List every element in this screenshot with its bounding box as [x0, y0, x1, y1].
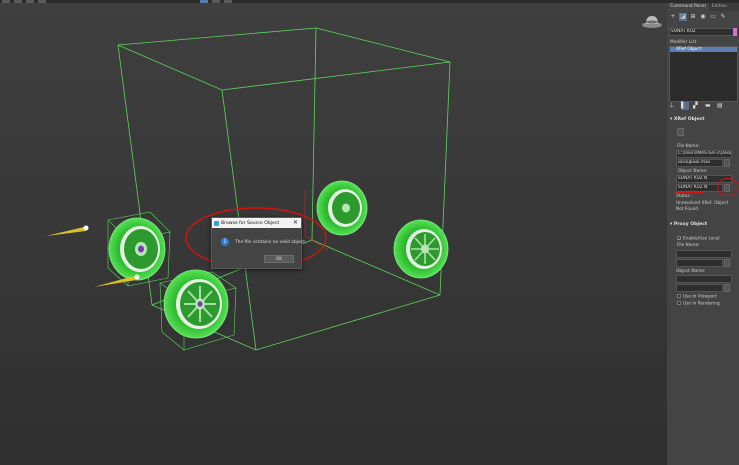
proxy-object-short-field[interactable] [676, 284, 723, 292]
modifier-stack[interactable]: XRef Object [669, 46, 738, 102]
wheel-front-right [393, 219, 449, 279]
file-short-field[interactable]: исходник.max [676, 159, 723, 167]
ok-button[interactable]: OK [264, 255, 294, 263]
motion-icon[interactable]: ◉ [699, 13, 707, 21]
proxy-file-name-label: File Name: [677, 243, 700, 248]
viewport-checkbox[interactable] [677, 294, 681, 298]
file-name-label: File Name: [677, 144, 700, 149]
proxy-rollout-title[interactable]: ▾ Proxy Object [670, 222, 707, 227]
dialog-titlebar[interactable]: Browse for Source Object ✕ [212, 218, 301, 228]
proxy-browse-file-button[interactable] [724, 259, 730, 267]
yellow-helper-object [46, 225, 89, 236]
file-path-field[interactable]: C:\Users\MASTER-2\Deskto [676, 150, 732, 158]
command-panel: Command Panel Edition + ◪ ⊞ ◉ ▭ ✎ SONAT … [667, 3, 739, 465]
modify-icon[interactable]: ◪ [679, 12, 687, 21]
dialog-body: i The file contains no valid object. OK [212, 228, 306, 268]
enable-checkbox[interactable]: ✓ [677, 236, 681, 241]
show-end-result-icon[interactable]: ▌ [681, 102, 689, 110]
enable-label: Enable/Use Local [683, 236, 720, 242]
viewport-scene[interactable] [0, 3, 667, 465]
xref-rollout-label: XRef Object [673, 117, 705, 122]
rendering-checkbox[interactable] [677, 301, 681, 305]
proxy-rollout-label: Proxy Object [673, 222, 708, 227]
remove-modifier-icon[interactable]: ▬ [705, 102, 713, 110]
wheel-front-left [108, 217, 166, 281]
xref-settings-button[interactable] [677, 128, 684, 136]
object-name-field[interactable]: SONAT KUZ [669, 28, 734, 36]
viewcube-icon[interactable] [641, 14, 663, 28]
use-rendering-label: Use In Rendering [683, 301, 720, 307]
object-name-label: Object Name: [678, 169, 708, 174]
red-annotation-circle [717, 178, 739, 196]
status-label: Status : [676, 194, 693, 199]
panel-mode-icons: + ◪ ⊞ ◉ ▭ ✎ [667, 11, 739, 22]
object-color-swatch[interactable] [733, 28, 737, 36]
proxy-file-short-field[interactable] [676, 259, 723, 267]
use-in-viewport-option[interactable]: Use In Viewport [677, 294, 717, 300]
dialog-title: Browse for Source Object [221, 220, 280, 226]
perspective-viewport[interactable]: Browse for Source Object ✕ i The file co… [0, 3, 667, 465]
modifier-stack-item[interactable]: XRef Object [670, 47, 737, 52]
wheel-rear-left [163, 269, 229, 339]
tab-edition[interactable]: Edition [709, 3, 730, 11]
use-in-rendering-option[interactable]: Use In Rendering [677, 301, 720, 307]
panel-tabs: Command Panel Edition [667, 3, 739, 11]
proxy-file-field[interactable] [676, 250, 732, 258]
proxy-object-name-label: Object Name: [676, 269, 706, 274]
close-icon[interactable]: ✕ [293, 219, 298, 227]
use-viewport-label: Use In Viewport [683, 294, 717, 300]
proxy-object-field[interactable] [676, 275, 732, 283]
browse-source-object-dialog: Browse for Source Object ✕ i The file co… [211, 217, 306, 269]
pin-icon[interactable]: ⊥ [669, 102, 677, 110]
display-icon[interactable]: ▭ [709, 13, 717, 21]
tab-command-panel[interactable]: Command Panel [667, 3, 709, 11]
status-text: Unresolved XRef, Object Not Found [676, 201, 729, 212]
xref-rollout-title[interactable]: ▾ XRef Object [670, 117, 705, 122]
enable-use-local-option[interactable]: ✓ Enable/Use Local [677, 236, 720, 242]
stack-tools: ⊥ ▌ ▞ ▬ ▤ [669, 102, 735, 110]
create-icon[interactable]: + [669, 13, 677, 21]
hierarchy-icon[interactable]: ⊞ [689, 13, 697, 21]
red-underline [675, 192, 703, 193]
info-icon: i [221, 238, 229, 246]
utilities-icon[interactable]: ✎ [719, 13, 727, 21]
proxy-browse-object-button[interactable] [724, 284, 730, 292]
make-unique-icon[interactable]: ▞ [693, 102, 701, 110]
wheel-rear-right [316, 180, 368, 236]
app-icon [214, 220, 219, 226]
dialog-message: The file contains no valid object. [235, 240, 307, 245]
modifier-list-label[interactable]: Modifier List [670, 40, 696, 45]
configure-icon[interactable]: ▤ [717, 102, 725, 110]
browse-file-button[interactable] [724, 159, 730, 167]
object-name-input[interactable]: SONAT KUZ N [676, 184, 723, 192]
